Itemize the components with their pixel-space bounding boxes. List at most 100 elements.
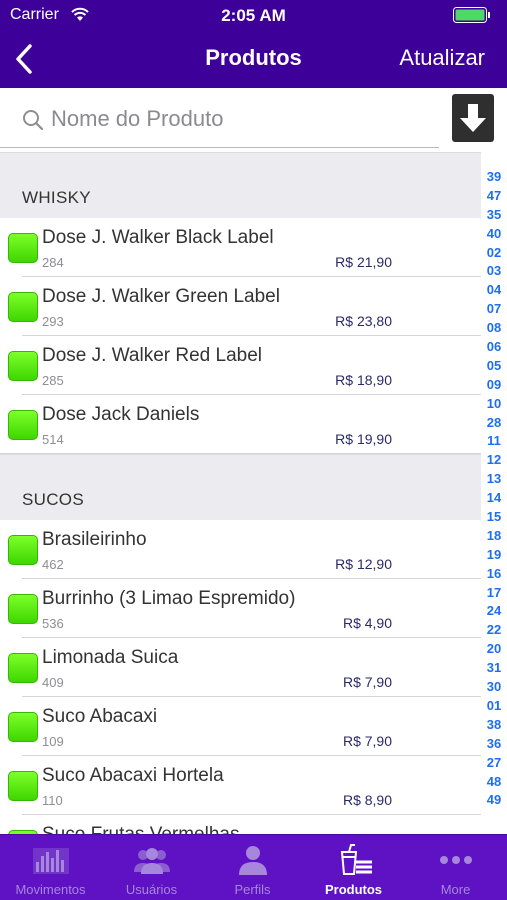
tab-produtos[interactable]: Produtos: [303, 835, 404, 900]
product-code: 109: [42, 734, 64, 749]
index-item[interactable]: 36: [481, 735, 507, 754]
product-row[interactable]: Dose J. Walker Green Label 293 R$ 23,80: [0, 277, 481, 336]
index-item[interactable]: 02: [481, 244, 507, 263]
product-code: 409: [42, 675, 64, 690]
tab-usuarios[interactable]: Usuários: [101, 835, 202, 900]
product-name: Dose Jack Daniels: [42, 404, 200, 425]
product-code: 536: [42, 616, 64, 631]
product-row[interactable]: Dose J. Walker Black Label 284 R$ 21,90: [0, 218, 481, 277]
index-item[interactable]: 05: [481, 357, 507, 376]
section-title: WHISKY: [22, 188, 91, 207]
status-indicator-icon: [8, 653, 38, 683]
product-row[interactable]: Limonada Suica 409 R$ 7,90: [0, 638, 481, 697]
index-item[interactable]: 17: [481, 584, 507, 603]
section-header: WHISKY: [0, 152, 481, 218]
product-price: R$ 4,90: [342, 615, 392, 631]
index-item[interactable]: 31: [481, 659, 507, 678]
battery-icon: [453, 7, 490, 23]
index-item[interactable]: 47: [481, 187, 507, 206]
section-title: SUCOS: [22, 490, 84, 509]
index-item[interactable]: 06: [481, 338, 507, 357]
index-item[interactable]: 19: [481, 546, 507, 565]
index-item[interactable]: 09: [481, 376, 507, 395]
refresh-button[interactable]: Atualizar: [399, 45, 485, 71]
index-item[interactable]: 11: [481, 432, 507, 451]
product-row[interactable]: Dose J. Walker Red Label 285 R$ 18,90: [0, 336, 481, 395]
product-row[interactable]: Suco Abacaxi Hortela 110 R$ 8,90: [0, 756, 481, 815]
tab-label: Perfils: [234, 882, 271, 897]
status-bar: Carrier 2:05 AM: [0, 0, 507, 30]
index-item[interactable]: 15: [481, 508, 507, 527]
index-item[interactable]: 12: [481, 451, 507, 470]
tab-movimentos[interactable]: Movimentos: [0, 835, 101, 900]
product-name: Suco Abacaxi: [42, 706, 158, 727]
navigation-bar: Produtos Atualizar: [0, 30, 507, 88]
tab-more[interactable]: More: [404, 835, 507, 900]
index-item[interactable]: 14: [481, 489, 507, 508]
index-item[interactable]: 35: [481, 206, 507, 225]
section-index[interactable]: 39 47 35 40 02 03 04 07 08 06 05 09 10 28 11 12 13 14 15 18…: [481, 168, 507, 810]
index-item[interactable]: 04: [481, 281, 507, 300]
product-row[interactable]: Burrinho (3 Limao Espremido) 536 R$ 4,90: [0, 579, 481, 638]
index-item[interactable]: 13: [481, 470, 507, 489]
status-indicator-icon: [8, 292, 38, 322]
product-code: 462: [42, 557, 64, 572]
status-indicator-icon: [8, 535, 38, 565]
index-item[interactable]: 30: [481, 678, 507, 697]
product-price: R$ 18,90: [335, 372, 392, 388]
download-button[interactable]: [452, 94, 494, 142]
chart-bars-icon: [32, 848, 69, 874]
tab-label: More: [440, 882, 471, 897]
index-item[interactable]: 16: [481, 565, 507, 584]
product-name: Suco Frutas Vermelhas: [42, 824, 239, 834]
tab-label: Produtos: [324, 882, 383, 897]
product-name: Dose J. Walker Green Label: [42, 286, 280, 307]
status-indicator-icon: [8, 771, 38, 801]
search-icon: [23, 110, 44, 131]
product-price: R$ 7,90: [342, 733, 392, 749]
index-item[interactable]: 28: [481, 414, 507, 433]
product-name: Suco Abacaxi Hortela: [42, 765, 224, 786]
index-item[interactable]: 39: [481, 168, 507, 187]
index-item[interactable]: 48: [481, 773, 507, 792]
app-screen: Carrier 2:05 AM Produtos Atualizar Nome …: [0, 0, 507, 900]
product-price: R$ 8,90: [342, 792, 392, 808]
product-code: 293: [42, 314, 64, 329]
product-list[interactable]: WHISKY Dose J. Walker Black Label 284 R$…: [0, 152, 481, 834]
index-item[interactable]: 22: [481, 621, 507, 640]
section-header: SUCOS: [0, 454, 481, 520]
product-code: 284: [42, 255, 64, 270]
status-indicator-icon: [8, 351, 38, 381]
product-price: R$ 12,90: [335, 556, 392, 572]
index-item[interactable]: 08: [481, 319, 507, 338]
back-chevron-icon[interactable]: [12, 42, 36, 76]
index-item[interactable]: 03: [481, 262, 507, 281]
product-code: 514: [42, 432, 64, 447]
index-item[interactable]: 01: [481, 697, 507, 716]
product-name: Brasileirinho: [42, 529, 147, 550]
index-item[interactable]: 38: [481, 716, 507, 735]
index-item[interactable]: 27: [481, 754, 507, 773]
tab-perfils[interactable]: Perfils: [202, 835, 303, 900]
status-indicator-icon: [8, 712, 38, 742]
index-item[interactable]: 10: [481, 395, 507, 414]
product-price: R$ 7,90: [342, 674, 392, 690]
product-row[interactable]: Dose Jack Daniels 514 R$ 19,90: [0, 395, 481, 454]
index-item[interactable]: 24: [481, 602, 507, 621]
product-name: Burrinho (3 Limao Espremido): [42, 588, 296, 609]
product-row[interactable]: Suco Abacaxi 109 R$ 7,90: [0, 697, 481, 756]
index-item[interactable]: 40: [481, 225, 507, 244]
product-row[interactable]: Brasileirinho 462 R$ 12,90: [0, 520, 481, 579]
product-search-input[interactable]: [51, 102, 431, 136]
index-item[interactable]: 18: [481, 527, 507, 546]
product-price: R$ 19,90: [335, 431, 392, 447]
index-item[interactable]: 20: [481, 640, 507, 659]
index-item[interactable]: 49: [481, 791, 507, 810]
index-item[interactable]: 07: [481, 300, 507, 319]
product-row[interactable]: Suco Frutas Vermelhas: [0, 815, 481, 834]
status-indicator-icon: [8, 594, 38, 624]
users-icon: [133, 848, 170, 874]
more-dots-icon: [439, 856, 472, 864]
person-icon: [238, 846, 267, 875]
tab-label: Usuários: [125, 882, 178, 897]
